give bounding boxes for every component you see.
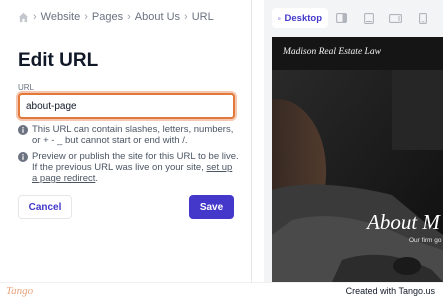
chevron-right-icon: › bbox=[84, 11, 88, 23]
breadcrumb-item-url: URL bbox=[191, 11, 214, 23]
breadcrumb-item-about-us[interactable]: About Us bbox=[135, 11, 180, 23]
hero-image bbox=[272, 70, 443, 282]
info-icon bbox=[18, 152, 28, 162]
tango-logo: Tango bbox=[6, 285, 34, 297]
chevron-right-icon: › bbox=[184, 11, 188, 23]
publish-hint-suffix: . bbox=[95, 173, 99, 184]
publish-hint-text: Preview or publish the site for this URL… bbox=[32, 151, 240, 184]
preview-brand: Madison Real Estate Law bbox=[283, 47, 381, 57]
tango-footer: Tango Created with Tango.us bbox=[0, 282, 443, 299]
chevron-right-icon: › bbox=[33, 11, 37, 23]
hero-title: About M bbox=[367, 210, 440, 234]
created-with-text: Created with Tango.us bbox=[345, 286, 435, 296]
breadcrumb-item-website[interactable]: Website bbox=[41, 11, 81, 23]
tab-mobile[interactable] bbox=[409, 8, 436, 28]
url-input[interactable] bbox=[18, 93, 235, 119]
device-toolbar: Desktop bbox=[272, 8, 443, 28]
url-field-label: URL bbox=[18, 83, 35, 92]
breadcrumb-item-pages[interactable]: Pages bbox=[92, 11, 123, 23]
preview-panel: Desktop Madison Real Estate Law About M … bbox=[264, 0, 443, 282]
desktop-icon bbox=[278, 16, 281, 19]
chevron-right-icon: › bbox=[127, 11, 131, 23]
preview-nav-bar: Madison Real Estate Law bbox=[272, 37, 443, 70]
publish-hint: Preview or publish the site for this URL… bbox=[18, 151, 240, 184]
mobile-icon bbox=[418, 12, 427, 24]
tab-tablet-landscape[interactable] bbox=[382, 8, 409, 28]
url-rules-hint: This URL can contain slashes, letters, n… bbox=[18, 124, 238, 146]
edit-url-panel: › Website › Pages › About Us › URL Edit … bbox=[0, 0, 252, 282]
tab-sidebar-layout[interactable] bbox=[328, 8, 355, 28]
tablet-landscape-icon bbox=[389, 13, 402, 23]
breadcrumb: › Website › Pages › About Us › URL bbox=[18, 11, 214, 23]
hero-subtitle: Our firm go bbox=[409, 237, 442, 244]
home-icon[interactable] bbox=[18, 12, 29, 23]
save-button[interactable]: Save bbox=[189, 195, 234, 219]
page-title: Edit URL bbox=[18, 50, 99, 71]
cancel-button[interactable]: Cancel bbox=[18, 195, 72, 219]
tab-desktop-label: Desktop bbox=[284, 12, 322, 24]
url-rules-text: This URL can contain slashes, letters, n… bbox=[32, 124, 234, 146]
tab-desktop[interactable]: Desktop bbox=[272, 8, 328, 28]
sidebar-layout-icon bbox=[336, 13, 347, 23]
tablet-icon bbox=[363, 12, 374, 24]
info-icon bbox=[18, 125, 28, 135]
site-preview: Madison Real Estate Law About M Our firm… bbox=[272, 37, 443, 282]
tab-tablet[interactable] bbox=[355, 8, 382, 28]
